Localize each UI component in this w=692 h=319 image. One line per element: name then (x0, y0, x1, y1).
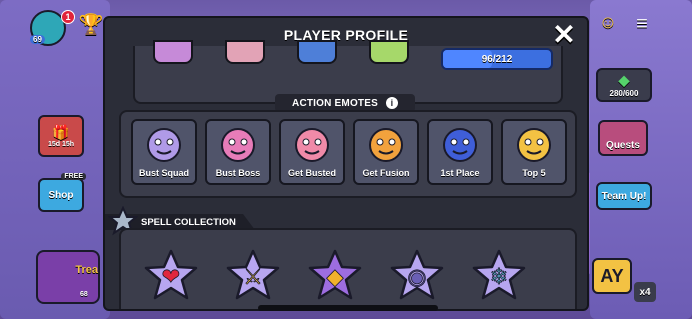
collection-item[interactable] (369, 40, 409, 64)
svg-text:◉: ◉ (407, 265, 426, 290)
menu-button[interactable]: ≡ (630, 14, 654, 34)
info-icon[interactable]: i (385, 97, 398, 109)
collection-item[interactable] (225, 40, 265, 64)
collection-progress: 96/212 (441, 48, 553, 70)
emote-card[interactable]: Bust Squad (131, 119, 197, 185)
treasure-button[interactable]: Trea 68 (36, 250, 100, 304)
svg-text:⚔: ⚔ (243, 265, 263, 290)
player-profile-modal: PLAYER PROFILE ✕ 96/212 ACTION EMOTES i … (103, 16, 589, 311)
character-icon[interactable]: ☺ (596, 10, 620, 34)
progress-text: 96/212 (481, 53, 513, 65)
collection-item[interactable] (297, 40, 337, 64)
action-emotes-label: ACTION EMOTES (292, 97, 378, 109)
close-button[interactable]: ✕ (551, 21, 577, 49)
gem-spell-icon[interactable]: ◆ (307, 248, 363, 304)
pink-busted-emote-icon (289, 125, 335, 165)
play-button[interactable]: AY (592, 258, 632, 294)
chest-icon: 🎁 (52, 124, 70, 140)
multiplier-badge: x4 (634, 282, 656, 302)
heart-spell-icon[interactable]: ❤ (143, 248, 199, 304)
team-up-label: Team Up! (601, 190, 647, 202)
home-indicator (258, 305, 438, 311)
emote-label: 1st Place (440, 168, 480, 178)
play-label: AY (600, 265, 624, 286)
snowflake-spell-icon[interactable]: ❄ (471, 248, 527, 304)
sword-spell-icon[interactable]: ⚔ (225, 248, 281, 304)
treasure-count: 68 (80, 291, 88, 298)
cheering-emote-icon (511, 125, 557, 165)
resource-text: 280/600 (609, 89, 639, 98)
quests-label: Quests (606, 139, 640, 151)
event-timer[interactable]: 🎁 15d 15h (38, 115, 84, 157)
fusion-emote-icon (363, 125, 409, 165)
svg-text:❄: ❄ (490, 265, 508, 290)
team-up-button[interactable]: Team Up! (596, 182, 652, 210)
character-face-icon: ☺ (598, 11, 618, 32)
resource-widget[interactable]: ◆ 280/600 (596, 68, 652, 102)
shop-label: Shop (48, 189, 74, 201)
level-badge: 69 (30, 35, 45, 44)
svg-text:◆: ◆ (327, 265, 344, 290)
notification-badge: 1 (61, 10, 75, 24)
purple-squad-emote-icon (141, 125, 187, 165)
emote-label: Get Busted (287, 168, 336, 178)
shop-button[interactable]: FREE Shop (38, 173, 86, 212)
trophy-icon: 🏆 (78, 13, 104, 36)
emote-card[interactable]: Get Fusion (353, 119, 419, 185)
hamburger-icon: ≡ (636, 13, 648, 35)
collection-item[interactable] (153, 40, 193, 64)
emote-card[interactable]: Bust Boss (205, 119, 271, 185)
svg-text:❤: ❤ (162, 265, 180, 290)
emote-card[interactable]: Top 5 (501, 119, 567, 185)
gem-icon: ◆ (618, 72, 630, 88)
emote-card[interactable]: 1st Place (427, 119, 493, 185)
quests-button[interactable]: Quests (598, 120, 648, 156)
treasure-label: Trea (75, 264, 98, 276)
emote-label: Top 5 (522, 168, 546, 178)
emotes-panel: Bust Squad Bust Boss Get Busted Get Fusion 1… (119, 110, 577, 198)
emote-card[interactable]: Get Busted (279, 119, 345, 185)
multiplier-text: x4 (639, 286, 651, 298)
timer-text: 15d 15h (47, 141, 75, 148)
free-tag: FREE (61, 173, 86, 180)
spell-collection-label: SPELL COLLECTION (141, 216, 236, 228)
pink-boss-emote-icon (215, 125, 261, 165)
cannon-spell-icon[interactable]: ◉ (389, 248, 445, 304)
emote-label: Get Fusion (362, 168, 410, 178)
spell-collection-panel: ❤ ⚔ ◆ ◉ ❄ (119, 228, 577, 309)
trophy-button[interactable]: 🏆 (78, 10, 104, 38)
emote-label: Bust Boss (215, 168, 261, 178)
robot-trophy-emote-icon (437, 125, 483, 165)
emote-label: Bust Squad (138, 168, 189, 178)
